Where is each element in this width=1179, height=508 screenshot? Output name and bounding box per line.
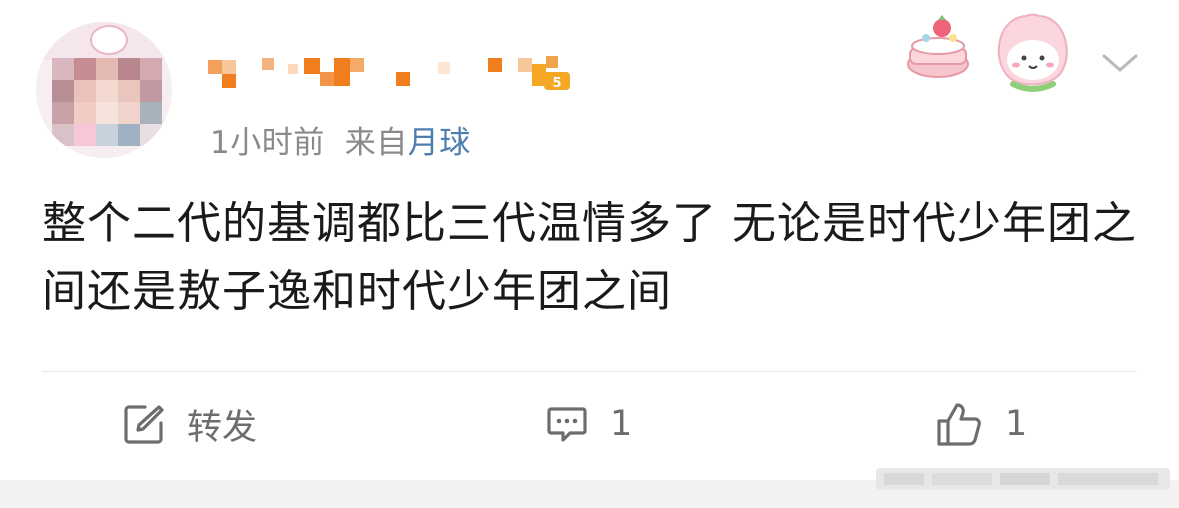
chevron-down-icon — [1102, 54, 1138, 72]
thumbs-up-icon — [937, 403, 981, 446]
cake-sticker-icon — [907, 15, 969, 78]
card-decoration — [898, 8, 1088, 98]
post-source-prefix: 来自 — [344, 125, 408, 161]
watermark-blur — [876, 464, 1170, 494]
avatar[interactable] — [34, 20, 174, 160]
post-source-link[interactable]: 月球 — [408, 125, 471, 161]
repost-label: 转发 — [187, 407, 258, 448]
post-menu-button[interactable] — [1100, 48, 1140, 78]
peach-mascot-icon — [997, 13, 1068, 92]
username[interactable]: 5 — [204, 50, 584, 100]
edit-square-icon — [124, 405, 164, 444]
comment-count: 1 — [610, 404, 633, 444]
repost-button[interactable]: 转发 — [123, 398, 257, 450]
divider — [42, 371, 1137, 372]
post-time: 1小时前 — [210, 125, 325, 161]
post-content: 整个二代的基调都比三代温情多了 无论是时代少年团之间还是敖子逸和时代少年团之间 — [42, 198, 1137, 317]
comment-bubble-icon — [547, 407, 587, 442]
like-count: 1 — [1005, 404, 1028, 444]
like-button[interactable]: 1 — [935, 398, 1027, 450]
comment-button[interactable]: 1 — [546, 398, 632, 450]
level-badge-text: 5 — [552, 76, 561, 91]
post-meta: 1小时前 来自月球 — [210, 117, 471, 162]
